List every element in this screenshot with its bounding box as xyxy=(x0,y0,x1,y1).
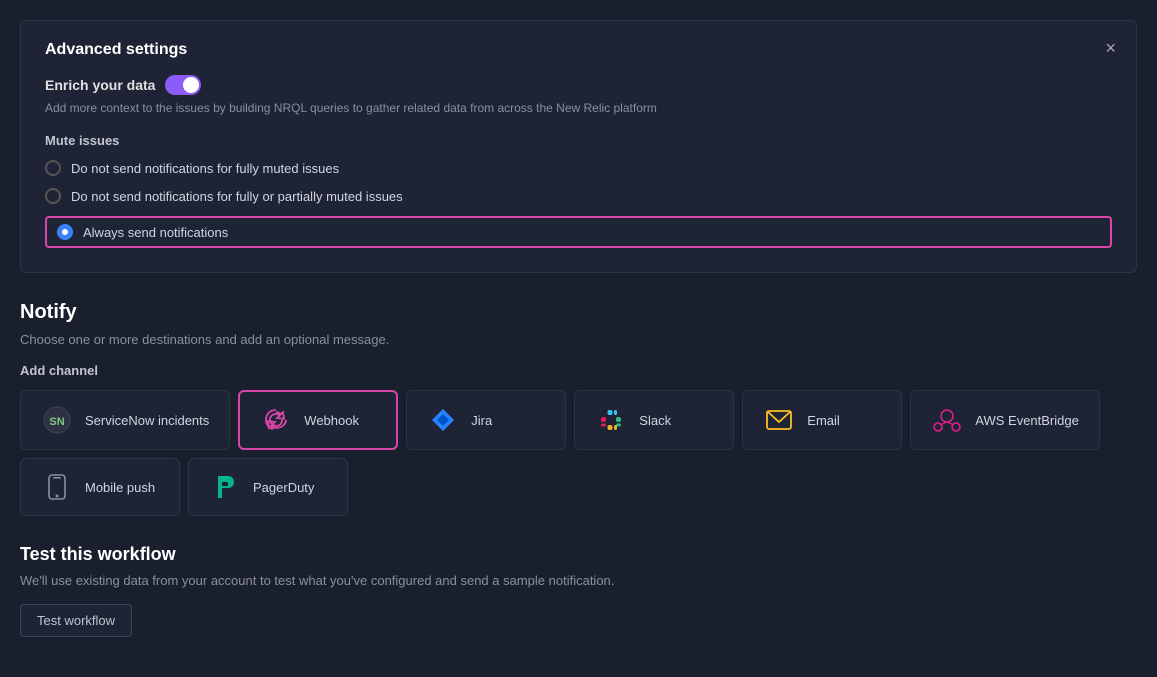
test-workflow-description: We'll use existing data from your accoun… xyxy=(20,573,1137,588)
email-icon xyxy=(763,404,795,436)
enrich-row: Enrich your data xyxy=(45,75,1112,95)
mute-option-1[interactable]: Do not send notifications for fully mute… xyxy=(45,160,1112,176)
advanced-settings-card: Advanced settings × Enrich your data Add… xyxy=(20,20,1137,273)
enrich-toggle[interactable] xyxy=(165,75,201,95)
test-workflow-button[interactable]: Test workflow xyxy=(20,604,132,637)
test-workflow-section: Test this workflow We'll use existing da… xyxy=(20,544,1137,637)
channel-email[interactable]: Email xyxy=(742,390,902,450)
add-channel-label: Add channel xyxy=(20,363,1137,378)
pagerduty-label: PagerDuty xyxy=(253,480,314,495)
notify-section: Notify Choose one or more destinations a… xyxy=(20,301,1137,516)
slack-label: Slack xyxy=(639,413,671,428)
radio-circle-2 xyxy=(45,188,61,204)
mute-option-3[interactable]: Always send notifications xyxy=(45,216,1112,248)
channel-grid: SN ServiceNow incidents Webhook xyxy=(20,390,1137,516)
mute-option-2-text: Do not send notifications for fully or p… xyxy=(71,189,403,204)
close-button[interactable]: × xyxy=(1101,35,1120,61)
pagerduty-icon xyxy=(209,471,241,503)
mute-option-1-text: Do not send notifications for fully mute… xyxy=(71,161,339,176)
notify-description: Choose one or more destinations and add … xyxy=(20,332,1137,347)
channel-slack[interactable]: Slack xyxy=(574,390,734,450)
jira-label: Jira xyxy=(471,413,492,428)
mute-option-3-text: Always send notifications xyxy=(83,225,228,240)
email-label: Email xyxy=(807,413,840,428)
channel-aws[interactable]: AWS EventBridge xyxy=(910,390,1100,450)
channel-pagerduty[interactable]: PagerDuty xyxy=(188,458,348,516)
svg-text:SN: SN xyxy=(49,416,64,428)
servicenow-icon: SN xyxy=(41,404,73,436)
channel-jira[interactable]: Jira xyxy=(406,390,566,450)
aws-icon xyxy=(931,404,963,436)
webhook-label: Webhook xyxy=(304,413,359,428)
mobile-label: Mobile push xyxy=(85,480,155,495)
channel-webhook[interactable]: Webhook xyxy=(238,390,398,450)
notify-title: Notify xyxy=(20,301,1137,324)
jira-icon xyxy=(427,404,459,436)
aws-label: AWS EventBridge xyxy=(975,413,1079,428)
advanced-settings-title: Advanced settings xyxy=(45,41,1112,59)
channel-servicenow[interactable]: SN ServiceNow incidents xyxy=(20,390,230,450)
mute-issues-radio-group: Do not send notifications for fully mute… xyxy=(45,160,1112,248)
mute-issues-label: Mute issues xyxy=(45,133,1112,148)
channel-mobile[interactable]: Mobile push xyxy=(20,458,180,516)
mute-option-2[interactable]: Do not send notifications for fully or p… xyxy=(45,188,1112,204)
enrich-label: Enrich your data xyxy=(45,77,155,93)
radio-circle-1 xyxy=(45,160,61,176)
slack-icon xyxy=(595,404,627,436)
mobile-icon xyxy=(41,471,73,503)
test-workflow-title: Test this workflow xyxy=(20,544,1137,565)
radio-circle-3 xyxy=(57,224,73,240)
enrich-description: Add more context to the issues by buildi… xyxy=(45,101,1112,115)
servicenow-label: ServiceNow incidents xyxy=(85,413,209,428)
webhook-icon xyxy=(260,404,292,436)
